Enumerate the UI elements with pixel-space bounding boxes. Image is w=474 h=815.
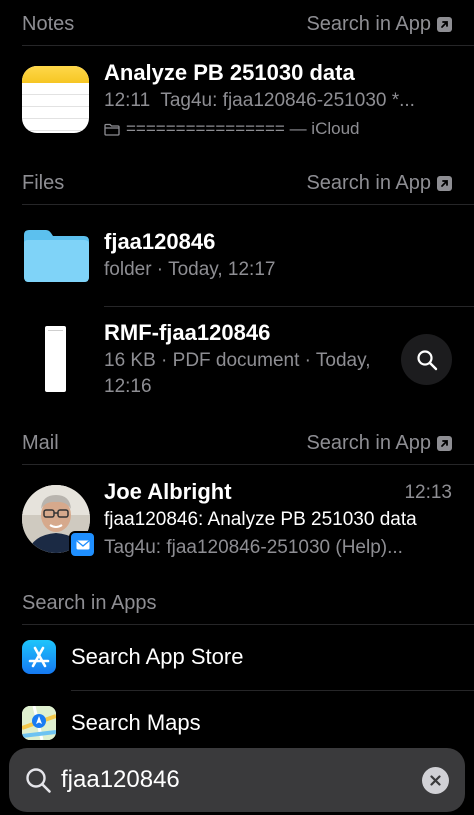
open-arrow-icon: [437, 435, 452, 451]
app-store-icon: [22, 640, 56, 674]
search-in-app-label: Search in App: [306, 431, 431, 454]
search-app-store-row[interactable]: Search App Store: [0, 624, 474, 690]
pdf-title: RMF-fjaa120846: [104, 320, 271, 345]
search-in-apps-label: Search in Apps: [22, 591, 157, 614]
spotlight-results: Notes Search in App Analyze PB 251030 da…: [0, 0, 474, 815]
note-time-preview: 12:11 Tag4u: fjaa120846-251030 *...: [104, 90, 415, 112]
files-header-label: Files: [22, 171, 65, 194]
search-app-store-label: Search App Store: [71, 644, 244, 669]
folder-icon: [24, 230, 89, 282]
folder-small-icon: [104, 123, 120, 136]
search-maps-label: Search Maps: [71, 710, 201, 735]
note-folder: ================ — iCloud: [126, 119, 360, 138]
mail-sender: Joe Albright: [104, 479, 232, 504]
pdf-document-icon: [45, 326, 66, 392]
mail-header-label: Mail: [22, 431, 59, 454]
notes-app-icon: [22, 66, 89, 133]
open-arrow-icon: [437, 175, 452, 191]
files-section-header: Files Search in App: [22, 168, 452, 198]
folder-subtitle: folder · Today, 12:17: [104, 259, 276, 280]
clear-search-button[interactable]: [422, 767, 449, 794]
mail-time: 12:13: [404, 482, 452, 503]
mail-result-row[interactable]: Joe Albright 12:13 fjaa120846: Analyze P…: [0, 464, 474, 574]
quick-look-button[interactable]: [401, 334, 452, 385]
notes-section-header: Notes Search in App: [22, 9, 452, 39]
folder-title: fjaa120846: [104, 229, 216, 254]
magnifier-icon: [416, 349, 437, 370]
search-in-apps-header: Search in Apps: [22, 588, 452, 618]
mail-subject: fjaa120846: Analyze PB 251030 data: [104, 509, 417, 530]
notes-result-row[interactable]: Analyze PB 251030 data 12:11 Tag4u: fjaa…: [0, 45, 474, 155]
note-folder-line: ================ — iCloud: [104, 119, 359, 139]
search-in-app-label: Search in App: [306, 171, 431, 194]
mail-section-header: Mail Search in App: [22, 428, 452, 458]
folder-result-row[interactable]: fjaa120846 folder · Today, 12:17: [0, 204, 474, 306]
close-icon: [430, 775, 441, 786]
notes-header-label: Notes: [22, 12, 75, 35]
note-time: 12:11: [104, 90, 151, 111]
search-maps-row[interactable]: Search Maps: [0, 690, 474, 756]
open-arrow-icon: [437, 16, 452, 32]
spotlight-search-bar[interactable]: fjaa120846: [9, 748, 465, 812]
pdf-subtitle-line2: 12:16: [104, 376, 152, 397]
mail-app-badge-icon: [69, 531, 96, 558]
notes-search-in-app-button[interactable]: Search in App: [306, 13, 452, 36]
search-input[interactable]: fjaa120846: [61, 766, 180, 794]
mail-preview: Tag4u: fjaa120846-251030 (Help)...: [104, 537, 403, 558]
mail-search-in-app-button[interactable]: Search in App: [306, 432, 452, 455]
maps-icon: [22, 706, 56, 740]
pdf-subtitle-line1: 16 KB · PDF document · Today,: [104, 350, 371, 371]
note-preview: Tag4u: fjaa120846-251030 *...: [160, 90, 415, 111]
search-icon: [26, 768, 51, 793]
search-in-app-label: Search in App: [306, 12, 431, 35]
files-search-in-app-button[interactable]: Search in App: [306, 172, 452, 195]
note-title: Analyze PB 251030 data: [104, 60, 355, 85]
